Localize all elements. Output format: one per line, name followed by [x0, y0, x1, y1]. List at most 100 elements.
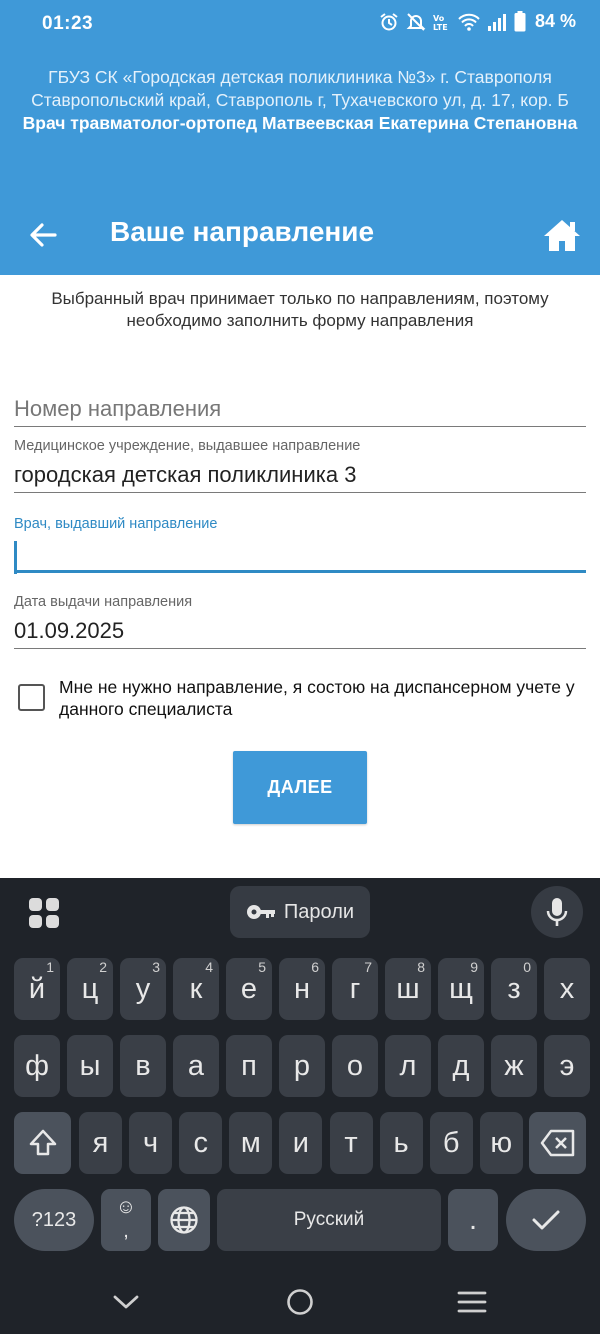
key-л[interactable]: л: [385, 1035, 431, 1097]
status-bar: 01:23 Vo LTE 84 %: [0, 0, 600, 48]
no-referral-checkbox-row[interactable]: Мне не нужно направление, я состою на ди…: [18, 676, 593, 720]
backspace-icon: [540, 1129, 574, 1157]
key-char: х: [559, 973, 575, 1005]
key-ю[interactable]: ю: [479, 1112, 523, 1174]
key-о[interactable]: о: [332, 1035, 378, 1097]
key-т[interactable]: т: [329, 1112, 373, 1174]
text-cursor: [14, 541, 17, 574]
key-у[interactable]: у3: [120, 958, 166, 1020]
key-й[interactable]: й1: [14, 958, 60, 1020]
key-к[interactable]: к4: [173, 958, 219, 1020]
doctor-name: Врач травматолог-ортопед Матвеевская Ека…: [22, 113, 578, 133]
key-д[interactable]: д: [438, 1035, 484, 1097]
apps-grid-icon[interactable]: [28, 897, 60, 929]
key-и[interactable]: и: [279, 1112, 323, 1174]
key-char: ц: [81, 973, 99, 1005]
svg-text:Vo: Vo: [433, 14, 445, 23]
key-р[interactable]: р: [279, 1035, 325, 1097]
issue-date-input[interactable]: [14, 614, 586, 649]
key-м[interactable]: м: [229, 1112, 273, 1174]
no-referral-checkbox[interactable]: [18, 684, 45, 711]
voice-input-button[interactable]: [531, 886, 583, 938]
key-а[interactable]: а: [173, 1035, 219, 1097]
key-char: к: [189, 973, 203, 1005]
key-с[interactable]: с: [179, 1112, 223, 1174]
mute-icon: [406, 12, 426, 31]
key-char: о: [346, 1050, 364, 1082]
key-е[interactable]: е5: [226, 958, 272, 1020]
key-ы[interactable]: ы: [67, 1035, 113, 1097]
period-key[interactable]: .: [448, 1189, 498, 1251]
arrow-left-icon: [30, 223, 57, 247]
backspace-key[interactable]: [529, 1112, 586, 1174]
clinic-address: Ставропольский край, Ставрополь г, Тухач…: [31, 90, 569, 110]
chevron-down-icon: [113, 1295, 139, 1309]
key-п[interactable]: п: [226, 1035, 272, 1097]
referral-number-field: [14, 392, 586, 427]
key-я[interactable]: я: [79, 1112, 122, 1174]
key-ц[interactable]: ц2: [67, 958, 113, 1020]
key-э[interactable]: э: [544, 1035, 590, 1097]
keyboard: Пароли й1ц2у3к4е5н6г7ш8щ9з0х фывапролджэ…: [0, 878, 600, 1334]
key-char: ф: [25, 1050, 49, 1082]
nav-menu-button[interactable]: [452, 1282, 492, 1322]
key-ь[interactable]: ь: [379, 1112, 423, 1174]
clinic-info: ГБУЗ СК «Городская детская поликлиника №…: [10, 66, 590, 135]
passwords-chip[interactable]: Пароли: [230, 886, 370, 938]
nav-home-button[interactable]: [280, 1282, 320, 1322]
key-г[interactable]: г7: [332, 958, 378, 1020]
symbols-key[interactable]: ?123: [14, 1189, 94, 1251]
emoji-comma-key[interactable]: ☺ ,: [101, 1189, 151, 1251]
key-char: э: [559, 1050, 575, 1082]
referral-number-input[interactable]: [14, 392, 586, 427]
key-ф[interactable]: ф: [14, 1035, 60, 1097]
key-hint: 8: [417, 959, 425, 975]
issuing-doctor-input[interactable]: [14, 536, 586, 573]
home-button[interactable]: [542, 216, 582, 256]
battery-percent: 84 %: [534, 11, 576, 31]
keyboard-toolbar: Пароли: [0, 878, 600, 948]
home-icon: [544, 220, 580, 251]
enter-key[interactable]: [506, 1189, 586, 1251]
menu-lines-icon: [457, 1291, 487, 1313]
institution-field: Медицинское учреждение, выдавшее направл…: [14, 438, 586, 493]
key-ш[interactable]: ш8: [385, 958, 431, 1020]
key-hint: 7: [364, 959, 372, 975]
status-time: 01:23: [42, 13, 94, 34]
key-ж[interactable]: ж: [491, 1035, 537, 1097]
key-hint: 1: [46, 959, 54, 975]
key-char: и: [292, 1127, 309, 1159]
system-nav-bar: [0, 1270, 600, 1334]
shift-key[interactable]: [14, 1112, 71, 1174]
key-з[interactable]: з0: [491, 958, 537, 1020]
key-char: щ: [449, 973, 473, 1005]
nav-hide-keyboard-button[interactable]: [106, 1282, 146, 1322]
key-char: г: [349, 973, 361, 1005]
key-char: р: [293, 1050, 311, 1082]
key-щ[interactable]: щ9: [438, 958, 484, 1020]
emoji-icon: ☺: [115, 1196, 137, 1218]
key-б[interactable]: б: [429, 1112, 473, 1174]
space-key[interactable]: Русский: [217, 1189, 441, 1251]
wifi-icon: [458, 13, 480, 31]
language-key[interactable]: [158, 1189, 210, 1251]
key-char: з: [507, 973, 521, 1005]
key-char: н: [293, 973, 310, 1005]
next-button[interactable]: ДАЛЕЕ: [233, 751, 367, 824]
key-char: д: [452, 1050, 470, 1082]
svg-text:LTE: LTE: [433, 23, 448, 32]
institution-input[interactable]: [14, 458, 586, 493]
back-button[interactable]: [24, 216, 62, 254]
key-х[interactable]: х: [544, 958, 590, 1020]
alarm-icon: [380, 12, 398, 30]
key-char: ы: [79, 1050, 101, 1082]
key-char: п: [241, 1050, 257, 1082]
key-ч[interactable]: ч: [129, 1112, 173, 1174]
key-н[interactable]: н6: [279, 958, 325, 1020]
key-char: м: [240, 1127, 261, 1159]
keyboard-row-3: я ч сми т ь бю: [0, 1112, 600, 1174]
key-в[interactable]: в: [120, 1035, 166, 1097]
page-title: Ваше направление: [110, 216, 375, 247]
microphone-icon: [546, 898, 568, 926]
key-icon: [246, 905, 275, 919]
